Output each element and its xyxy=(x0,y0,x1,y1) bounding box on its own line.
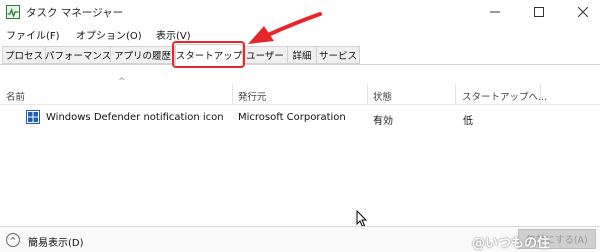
minimize-icon xyxy=(490,11,500,13)
tab-performance[interactable]: パフォーマンス xyxy=(45,46,111,64)
row-publisher: Microsoft Corporation xyxy=(238,112,346,123)
header-divider xyxy=(0,104,600,105)
sort-caret-icon: ^ xyxy=(118,77,126,87)
close-button[interactable] xyxy=(568,0,598,24)
column-separator[interactable] xyxy=(367,84,368,104)
window-title: タスク マネージャー xyxy=(26,7,124,19)
row-impact: 低 xyxy=(463,116,473,127)
maximize-button[interactable] xyxy=(524,0,554,24)
column-separator[interactable] xyxy=(540,84,541,104)
minimize-button[interactable] xyxy=(480,0,510,24)
menu-view[interactable]: 表示(V) xyxy=(156,27,191,42)
column-separator[interactable] xyxy=(232,84,233,104)
column-header-status[interactable]: 状態 xyxy=(373,89,392,103)
pointer-arrow-icon xyxy=(248,12,322,44)
tab-processes[interactable]: プロセス xyxy=(2,46,46,64)
startup-tab-highlight xyxy=(172,41,245,68)
close-icon xyxy=(578,7,588,17)
row-status: 有効 xyxy=(373,116,393,127)
watermark-text: @いつもの住 xyxy=(472,236,551,251)
column-separator[interactable] xyxy=(455,84,456,104)
fewer-details-link[interactable]: 簡易表示(D) xyxy=(28,234,84,249)
collapse-chevron-icon[interactable]: ^ xyxy=(6,233,20,247)
column-header-publisher[interactable]: 発行元 xyxy=(238,89,267,103)
windows-defender-shield-icon xyxy=(26,110,40,124)
menu-options[interactable]: オプション(O) xyxy=(76,27,142,42)
tab-app-history[interactable]: アプリの履歴 xyxy=(110,46,175,64)
tab-services[interactable]: サービス xyxy=(316,46,360,64)
column-header-startup-impact[interactable]: スタートアップへ... xyxy=(462,89,547,103)
maximize-icon xyxy=(534,7,544,17)
task-manager-app-icon xyxy=(6,5,20,19)
menu-file[interactable]: ファイル(F) xyxy=(6,27,60,42)
row-name[interactable]: Windows Defender notification icon xyxy=(46,112,224,123)
tab-divider xyxy=(0,64,600,65)
column-header-name[interactable]: 名前 xyxy=(6,89,25,103)
